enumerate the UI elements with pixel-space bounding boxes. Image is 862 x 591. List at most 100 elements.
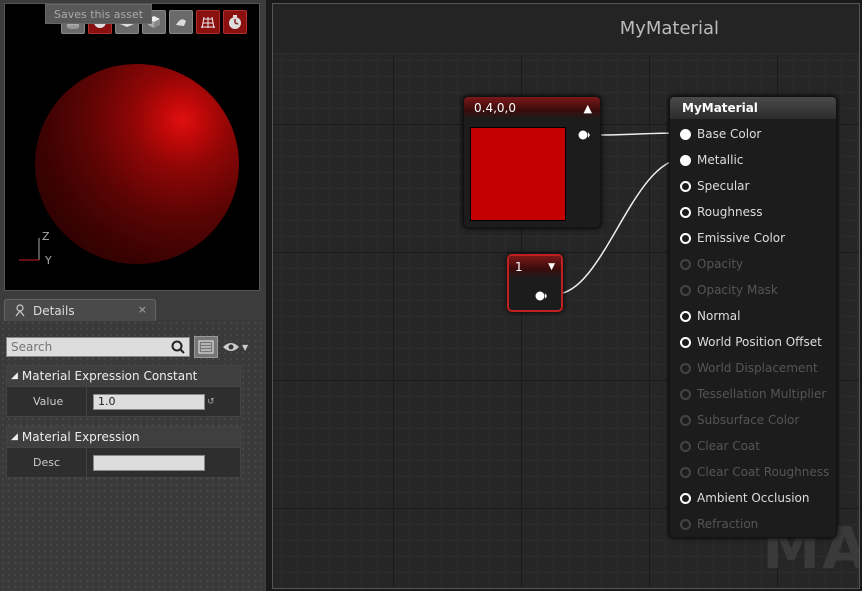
input-pin-icon[interactable] [680, 154, 691, 166]
collapse-triangle-icon: ◢ [11, 371, 18, 381]
section-title: Material Expression Constant [21, 369, 198, 383]
input-pin-label: World Displacement [697, 361, 818, 375]
search-icon[interactable] [170, 339, 186, 355]
section-material-expression: ◢ Material Expression Desc [6, 426, 241, 478]
input-pin-label: Emissive Color [697, 231, 786, 245]
input-pin-icon[interactable] [680, 336, 691, 348]
input-pin-icon[interactable] [680, 232, 691, 244]
clock-icon [229, 15, 241, 29]
property-row-desc: Desc [7, 447, 240, 477]
input-pin-label: Specular [697, 179, 750, 193]
material-result-node[interactable]: MyMaterial Base Color Metallic Specular Rou… [669, 96, 837, 538]
input-pin-icon[interactable] [680, 440, 691, 452]
input-pin-row[interactable]: Clear Coat Roughness [680, 463, 829, 481]
input-pin-icon[interactable] [680, 414, 691, 426]
close-icon[interactable]: × [138, 303, 147, 316]
node-header[interactable]: 0.4,0,0 ▲ [464, 97, 600, 119]
input-pin-label: Clear Coat Roughness [697, 465, 830, 479]
input-pin-label: Subsurface Color [697, 413, 800, 427]
input-pin-icon[interactable] [680, 518, 691, 530]
node-title: 1 [515, 260, 523, 274]
input-pin-label: World Position Offset [697, 335, 822, 349]
reset-icon[interactable]: ↺ [207, 397, 215, 407]
section-header[interactable]: ◢ Material Expression [7, 427, 240, 447]
input-pin-row[interactable]: Normal [680, 307, 740, 325]
input-pin-icon[interactable] [680, 258, 691, 270]
input-pin-icon[interactable] [680, 466, 691, 478]
input-pin-row[interactable]: Specular [680, 177, 749, 195]
details-icon [15, 303, 25, 316]
property-label: Value [7, 387, 87, 416]
axis-gizmo: Z Y [15, 230, 55, 272]
input-pin-icon[interactable] [680, 128, 691, 140]
input-pin-row[interactable]: Refraction [680, 515, 758, 533]
property-row-value: Value 1.0 ↺ [7, 386, 240, 416]
view-options-button[interactable]: ▼ [222, 341, 248, 353]
eye-icon [223, 343, 239, 351]
axis-y-label: Y [45, 254, 52, 267]
property-value-cell: 1.0 ↺ [87, 393, 240, 410]
input-pin-label: Refraction [697, 517, 759, 531]
desc-input[interactable] [93, 454, 205, 471]
property-label: Desc [7, 448, 87, 477]
input-pin-row[interactable]: Roughness [680, 203, 762, 221]
input-pin-label: Ambient Occlusion [697, 491, 810, 505]
input-pin-row[interactable]: Opacity [680, 255, 743, 273]
realtime-toggle-button[interactable] [223, 10, 247, 34]
tooltip: Saves this asset [45, 4, 153, 24]
input-pin-row[interactable]: Clear Coat [680, 437, 760, 455]
input-pin-row[interactable]: Tessellation Multiplier [680, 385, 826, 403]
color-swatch [470, 127, 566, 221]
node-header[interactable]: 1 ▼ [509, 256, 561, 278]
search-input[interactable] [6, 337, 190, 357]
input-pin-label: Metallic [697, 153, 744, 167]
value-input[interactable]: 1.0 [93, 393, 205, 410]
section-header[interactable]: ◢ Material Expression Constant [7, 366, 240, 386]
output-pin-icon[interactable] [578, 130, 590, 140]
output-pin-icon[interactable] [535, 291, 547, 301]
constant-node[interactable]: 1 ▼ [507, 254, 563, 312]
input-pin-row[interactable]: Metallic [680, 151, 743, 169]
node-header[interactable]: MyMaterial [670, 97, 836, 119]
input-pin-row[interactable]: Subsurface Color [680, 411, 799, 429]
details-tab[interactable]: Details × [4, 299, 156, 321]
input-pin-row[interactable]: Opacity Mask [680, 281, 778, 299]
details-search-row: ▼ [6, 336, 260, 358]
input-pin-icon[interactable] [680, 362, 691, 374]
input-pin-label: Base Color [697, 127, 762, 141]
node-title: MyMaterial [682, 101, 758, 115]
input-pin-icon[interactable] [680, 388, 691, 400]
grid-toggle-button[interactable] [196, 10, 220, 34]
teapot-icon [176, 19, 186, 26]
list-icon [198, 340, 214, 354]
material-preview-viewport[interactable]: Saves this asset Z Y [4, 3, 260, 291]
property-matrix-button[interactable] [194, 336, 218, 358]
details-tab-label: Details [33, 303, 75, 318]
input-pin-label: Opacity [697, 257, 744, 271]
preview-sphere [35, 64, 239, 264]
input-pin-label: Clear Coat [697, 439, 760, 453]
node-title: 0.4,0,0 [474, 101, 516, 115]
custom-mesh-preview-button[interactable] [169, 10, 193, 34]
collapse-arrow-icon[interactable]: ▼ [548, 262, 555, 272]
input-pin-icon[interactable] [680, 492, 691, 504]
property-value-cell [87, 454, 240, 471]
collapse-arrow-icon[interactable]: ▲ [584, 102, 592, 115]
input-pin-row[interactable]: Ambient Occlusion [680, 489, 809, 507]
section-material-expression-constant: ◢ Material Expression Constant Value 1.0… [6, 365, 241, 417]
input-pin-row[interactable]: World Displacement [680, 359, 818, 377]
input-pin-icon[interactable] [680, 284, 691, 296]
material-graph-editor[interactable]: MyMaterial MA 0.4,0,0 ▲ 1 ▼ MyMaterial B… [272, 3, 860, 589]
input-pin-icon[interactable] [680, 180, 691, 192]
constant3-node[interactable]: 0.4,0,0 ▲ [463, 96, 601, 228]
input-pin-icon[interactable] [680, 310, 691, 322]
input-pin-label: Roughness [697, 205, 763, 219]
input-pin-row[interactable]: World Position Offset [680, 333, 822, 351]
input-pin-label: Normal [697, 309, 741, 323]
input-pin-icon[interactable] [680, 206, 691, 218]
input-pin-row[interactable]: Emissive Color [680, 229, 785, 247]
collapse-triangle-icon: ◢ [11, 432, 18, 442]
chevron-down-icon: ▼ [242, 342, 249, 352]
input-pin-row[interactable]: Base Color [680, 125, 761, 143]
axis-z-label: Z [42, 230, 50, 243]
